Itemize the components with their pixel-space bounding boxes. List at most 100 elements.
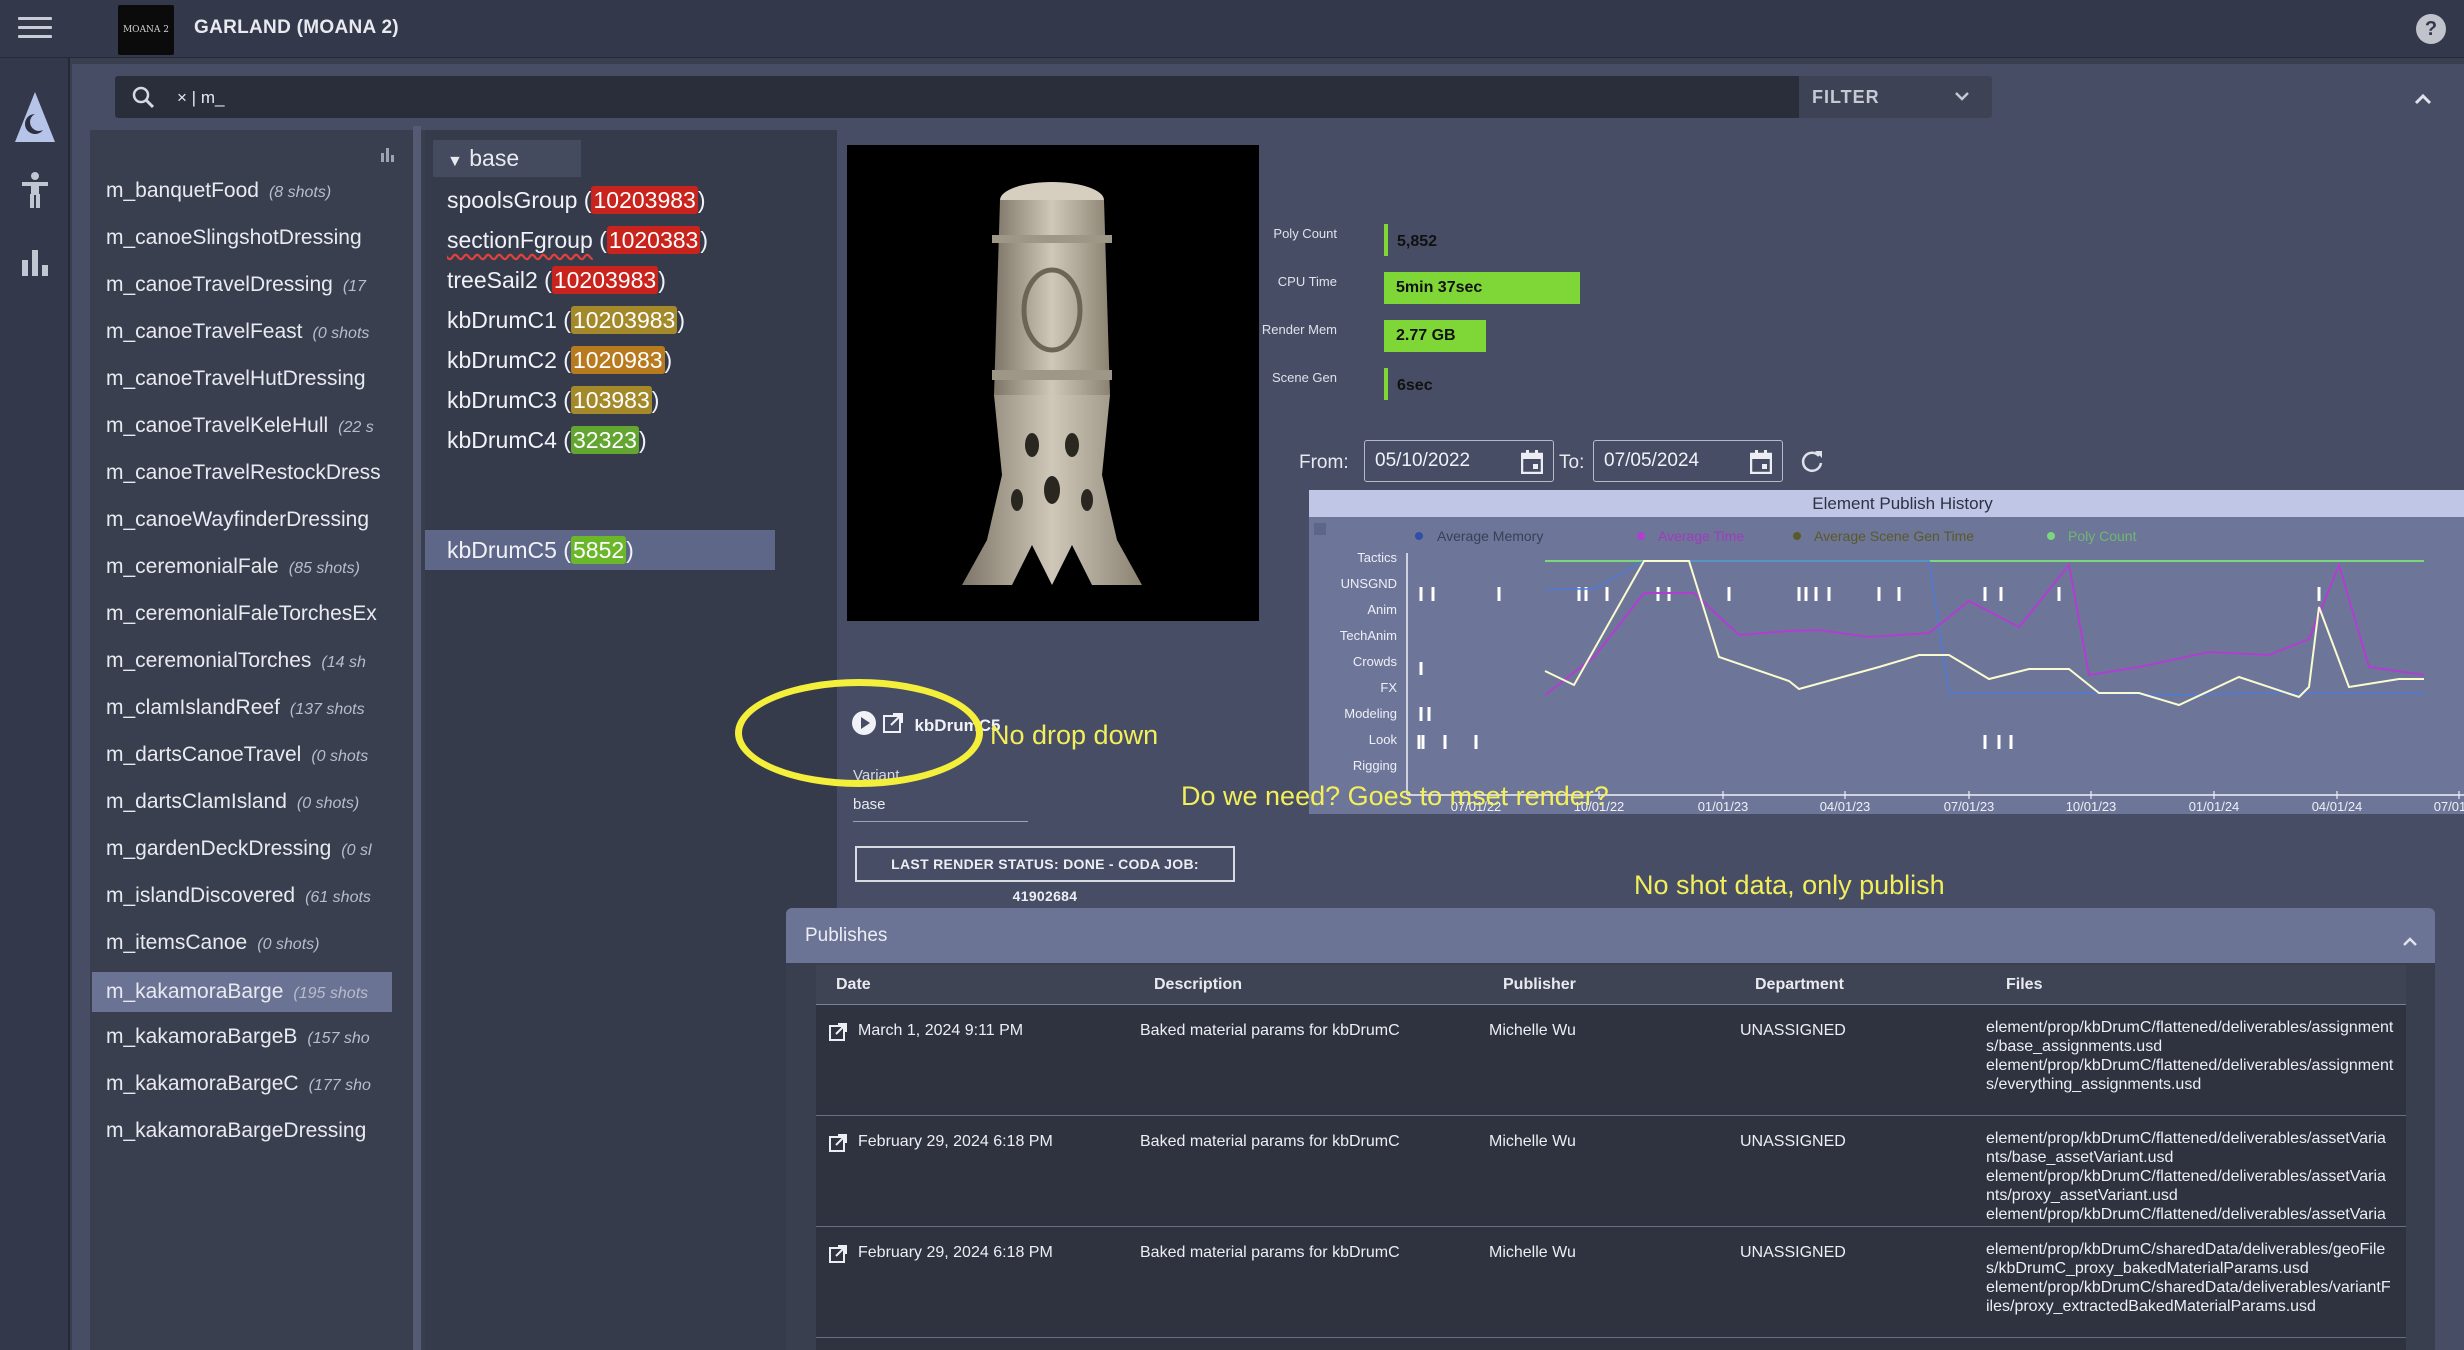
file-path[interactable]: element/prop/kbDrumC/flattened/deliverab… — [1986, 1205, 2394, 1226]
render-status-button[interactable]: LAST RENDER STATUS: DONE - CODA JOB: 419… — [855, 846, 1235, 904]
shot-item[interactable]: m_banquetFood (8 shots) — [92, 175, 392, 207]
search-icon — [131, 85, 155, 114]
stat-label: CPU Time — [1277, 274, 1337, 289]
file-path[interactable]: element/prop/kbDrumC/flattened/deliverab… — [1986, 1167, 2394, 1205]
left-nav-rail — [0, 58, 70, 1350]
shot-name: m_gardenDeckDressing — [106, 837, 332, 860]
character-figure-icon[interactable] — [13, 168, 57, 212]
bar-chart-small-icon[interactable] — [380, 146, 396, 167]
tree-item[interactable]: kbDrumC4 (32323) — [425, 420, 775, 460]
collapse-up-icon[interactable] — [2408, 84, 2438, 114]
tree-item[interactable]: kbDrumC2 (1020983) — [425, 340, 775, 380]
tree-item[interactable]: treeSail2 (10203983) — [425, 260, 775, 300]
help-icon[interactable]: ? — [2416, 14, 2446, 44]
shot-list: m_banquetFood (8 shots) m_canoeSlingshotD… — [90, 130, 430, 1350]
calendar-icon[interactable] — [1749, 449, 1773, 489]
to-label: To: — [1559, 452, 1585, 473]
table-header: Date Description Publisher Department Fi… — [816, 965, 2406, 1005]
shot-item[interactable]: m_clamIslandReef (137 shots — [92, 692, 392, 724]
shot-count: (85 shots) — [288, 560, 360, 577]
bar-chart-icon[interactable] — [13, 240, 57, 284]
column-header[interactable]: Publisher — [1503, 965, 1576, 1005]
shot-name: m_kakamoraBargeB — [106, 1025, 298, 1048]
render-mem-bar: 2.77 GB — [1384, 320, 1486, 352]
shot-item[interactable]: m_dartsClamIsland (0 shots) — [92, 786, 392, 818]
tree-item[interactable]: kbDrumC3 (103983) — [425, 380, 775, 420]
shot-item[interactable]: m_islandDiscovered (61 shots — [92, 880, 392, 912]
table-row[interactable]: March 1, 2024 9:11 PM Baked material par… — [816, 1006, 2406, 1116]
file-path[interactable]: element/prop/kbDrumC/sharedData/delivera… — [1986, 1278, 2394, 1316]
column-header[interactable]: Files — [2006, 965, 2042, 1005]
shot-count: (0 shots) — [257, 936, 320, 953]
shot-item[interactable]: m_itemsCanoe (0 shots) — [92, 927, 392, 959]
stat-value: 6sec — [1397, 377, 1433, 394]
shot-item[interactable]: m_canoeWayfinderDressing — [92, 504, 392, 536]
stat-value: 5min 37sec — [1396, 279, 1483, 296]
shot-item[interactable]: m_canoeTravelDressing (17 — [92, 269, 392, 301]
filter-dropdown[interactable]: FILTER — [1799, 76, 1992, 118]
tree-group-header[interactable]: ▼ base — [433, 140, 581, 177]
open-external-icon[interactable] — [828, 1244, 848, 1269]
column-header[interactable]: Description — [1154, 965, 1242, 1005]
search-query-chip[interactable]: × | m_ — [171, 85, 230, 110]
publishes-header[interactable]: Publishes — [786, 908, 2435, 963]
poly-count-badge: 1020383 — [606, 226, 701, 254]
open-external-icon[interactable] — [828, 1022, 848, 1047]
search-bar[interactable]: × | m_ — [115, 76, 1922, 118]
tree-item[interactable]: kbDrumC1 (10203983) — [425, 300, 775, 340]
file-path[interactable]: element/prop/kbDrumC/flattened/deliverab… — [1986, 1129, 2394, 1167]
history-chart-svg: Average Memory Average Time Average Scen… — [1314, 523, 2464, 814]
shot-item[interactable]: m_canoeTravelRestockDress — [92, 457, 392, 489]
open-external-icon[interactable] — [828, 1133, 848, 1158]
tree-item[interactable]: spoolsGroup (10203983) — [425, 180, 775, 220]
shot-count: (22 s — [338, 419, 374, 436]
shot-item[interactable]: m_kakamoraBargeDressing — [92, 1115, 392, 1147]
table-row[interactable]: February 29, 2024 6:18 PM Baked material… — [816, 1117, 2406, 1227]
annotation-no-shot: No shot data, only publish — [1634, 870, 1945, 900]
shot-item[interactable]: m_dartsCanoeTravel (0 shots — [92, 739, 392, 771]
hamburger-menu-icon[interactable] — [18, 17, 52, 41]
app-title: GARLAND (MOANA 2) — [194, 17, 399, 38]
file-path[interactable]: element/prop/kbDrumC/sharedData/delivera… — [1986, 1240, 2394, 1278]
refresh-icon[interactable] — [1799, 448, 1825, 479]
legend-label: Average Time — [1658, 528, 1744, 544]
legend-marker — [2047, 532, 2055, 540]
moon-wave-logo-icon[interactable] — [13, 92, 57, 142]
shot-name: m_banquetFood — [106, 179, 259, 202]
column-header[interactable]: Date — [836, 965, 871, 1005]
file-path[interactable]: element/prop/kbDrumC/flattened/deliverab… — [1986, 1056, 2394, 1094]
shot-name: m_kakamoraBarge — [106, 980, 284, 1003]
publish-date: February 29, 2024 6:18 PM — [858, 1133, 1053, 1150]
shot-item[interactable]: m_canoeSlingshotDressing — [92, 222, 392, 254]
from-date-input[interactable]: 05/10/2022 — [1364, 440, 1554, 482]
variant-field[interactable]: base — [853, 796, 1028, 822]
tree-item-selected[interactable]: kbDrumC5 (5852) — [425, 530, 775, 570]
calendar-icon[interactable] — [1520, 449, 1544, 489]
to-date-input[interactable]: 07/05/2024 — [1593, 440, 1783, 482]
chip-remove-icon[interactable]: × — [177, 88, 187, 107]
x-axis-label: 04/01/23 — [1820, 799, 1871, 814]
file-path[interactable]: element/prop/kbDrumC/flattened/deliverab… — [1986, 1018, 2394, 1056]
shot-item[interactable]: m_kakamoraBargeC (177 sho — [92, 1068, 392, 1100]
tree-item[interactable]: sectionFgroup (1020383) — [425, 220, 775, 260]
shot-item[interactable]: m_kakamoraBargeB (157 sho — [92, 1021, 392, 1053]
table-row[interactable]: February 29, 2024 6:18 PM Baked material… — [816, 1228, 2406, 1338]
publish-history-chart: Element Publish History Average Memory A… — [1309, 490, 2464, 814]
shot-item[interactable]: m_ceremonialFale (85 shots) — [92, 551, 392, 583]
panel-divider[interactable] — [413, 126, 421, 1350]
shot-item-selected[interactable]: m_kakamoraBarge (195 shots — [92, 972, 392, 1012]
shot-count: (177 sho — [308, 1077, 371, 1094]
shot-item[interactable]: m_canoeTravelFeast (0 shots — [92, 316, 392, 348]
y-axis-label: Tactics — [1357, 550, 1397, 565]
chart-menu-icon[interactable] — [1314, 523, 1326, 535]
shot-item[interactable]: m_canoeTravelKeleHull (22 s — [92, 410, 392, 442]
shot-item[interactable]: m_gardenDeckDressing (0 sl — [92, 833, 392, 865]
chevron-down-icon — [1954, 76, 1970, 133]
shot-item[interactable]: m_canoeTravelHutDressing — [92, 363, 392, 395]
column-header[interactable]: Department — [1755, 965, 1844, 1005]
publish-publisher: Michelle Wu — [1489, 1133, 1576, 1150]
annotation-need: Do we need? Goes to mset render? — [1181, 781, 1609, 811]
shot-item[interactable]: m_ceremonialTorches (14 sh — [92, 645, 392, 677]
shot-item[interactable]: m_ceremonialFaleTorchesEx — [92, 598, 392, 630]
scene-gen-bar — [1384, 368, 1388, 400]
